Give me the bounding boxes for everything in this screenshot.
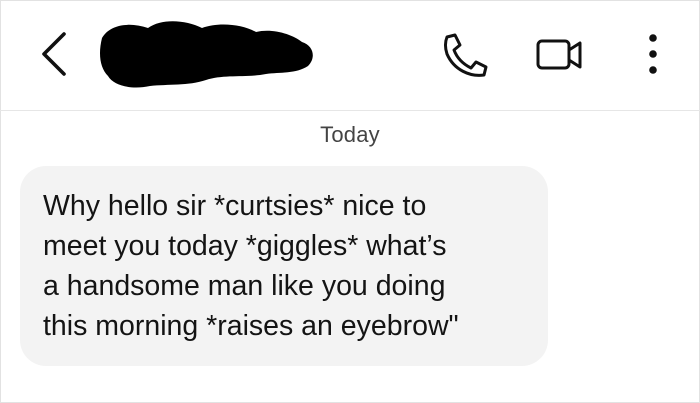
more-options-button[interactable] xyxy=(638,30,668,80)
back-button[interactable] xyxy=(30,28,80,84)
contact-name-redacted xyxy=(96,14,320,94)
message-text-line: meet you today *giggles* what’s xyxy=(43,230,447,262)
message-text-line: Why hello sir *curtsies* nice to xyxy=(43,190,427,222)
message-text-line: a handsome man like you doing xyxy=(43,270,446,302)
chevron-left-icon xyxy=(30,28,80,84)
date-divider: Today xyxy=(320,122,380,147)
voice-call-button[interactable] xyxy=(438,30,490,80)
conversation-header xyxy=(0,0,700,111)
message-text-line: this morning *raises an eyebrow" xyxy=(43,310,459,342)
incoming-message-bubble[interactable]: Why hello sir *curtsies* nice to meet yo… xyxy=(20,166,548,366)
video-call-button[interactable] xyxy=(534,34,586,76)
more-vertical-icon xyxy=(638,30,668,80)
phone-icon xyxy=(438,30,490,80)
video-camera-icon xyxy=(534,34,586,76)
